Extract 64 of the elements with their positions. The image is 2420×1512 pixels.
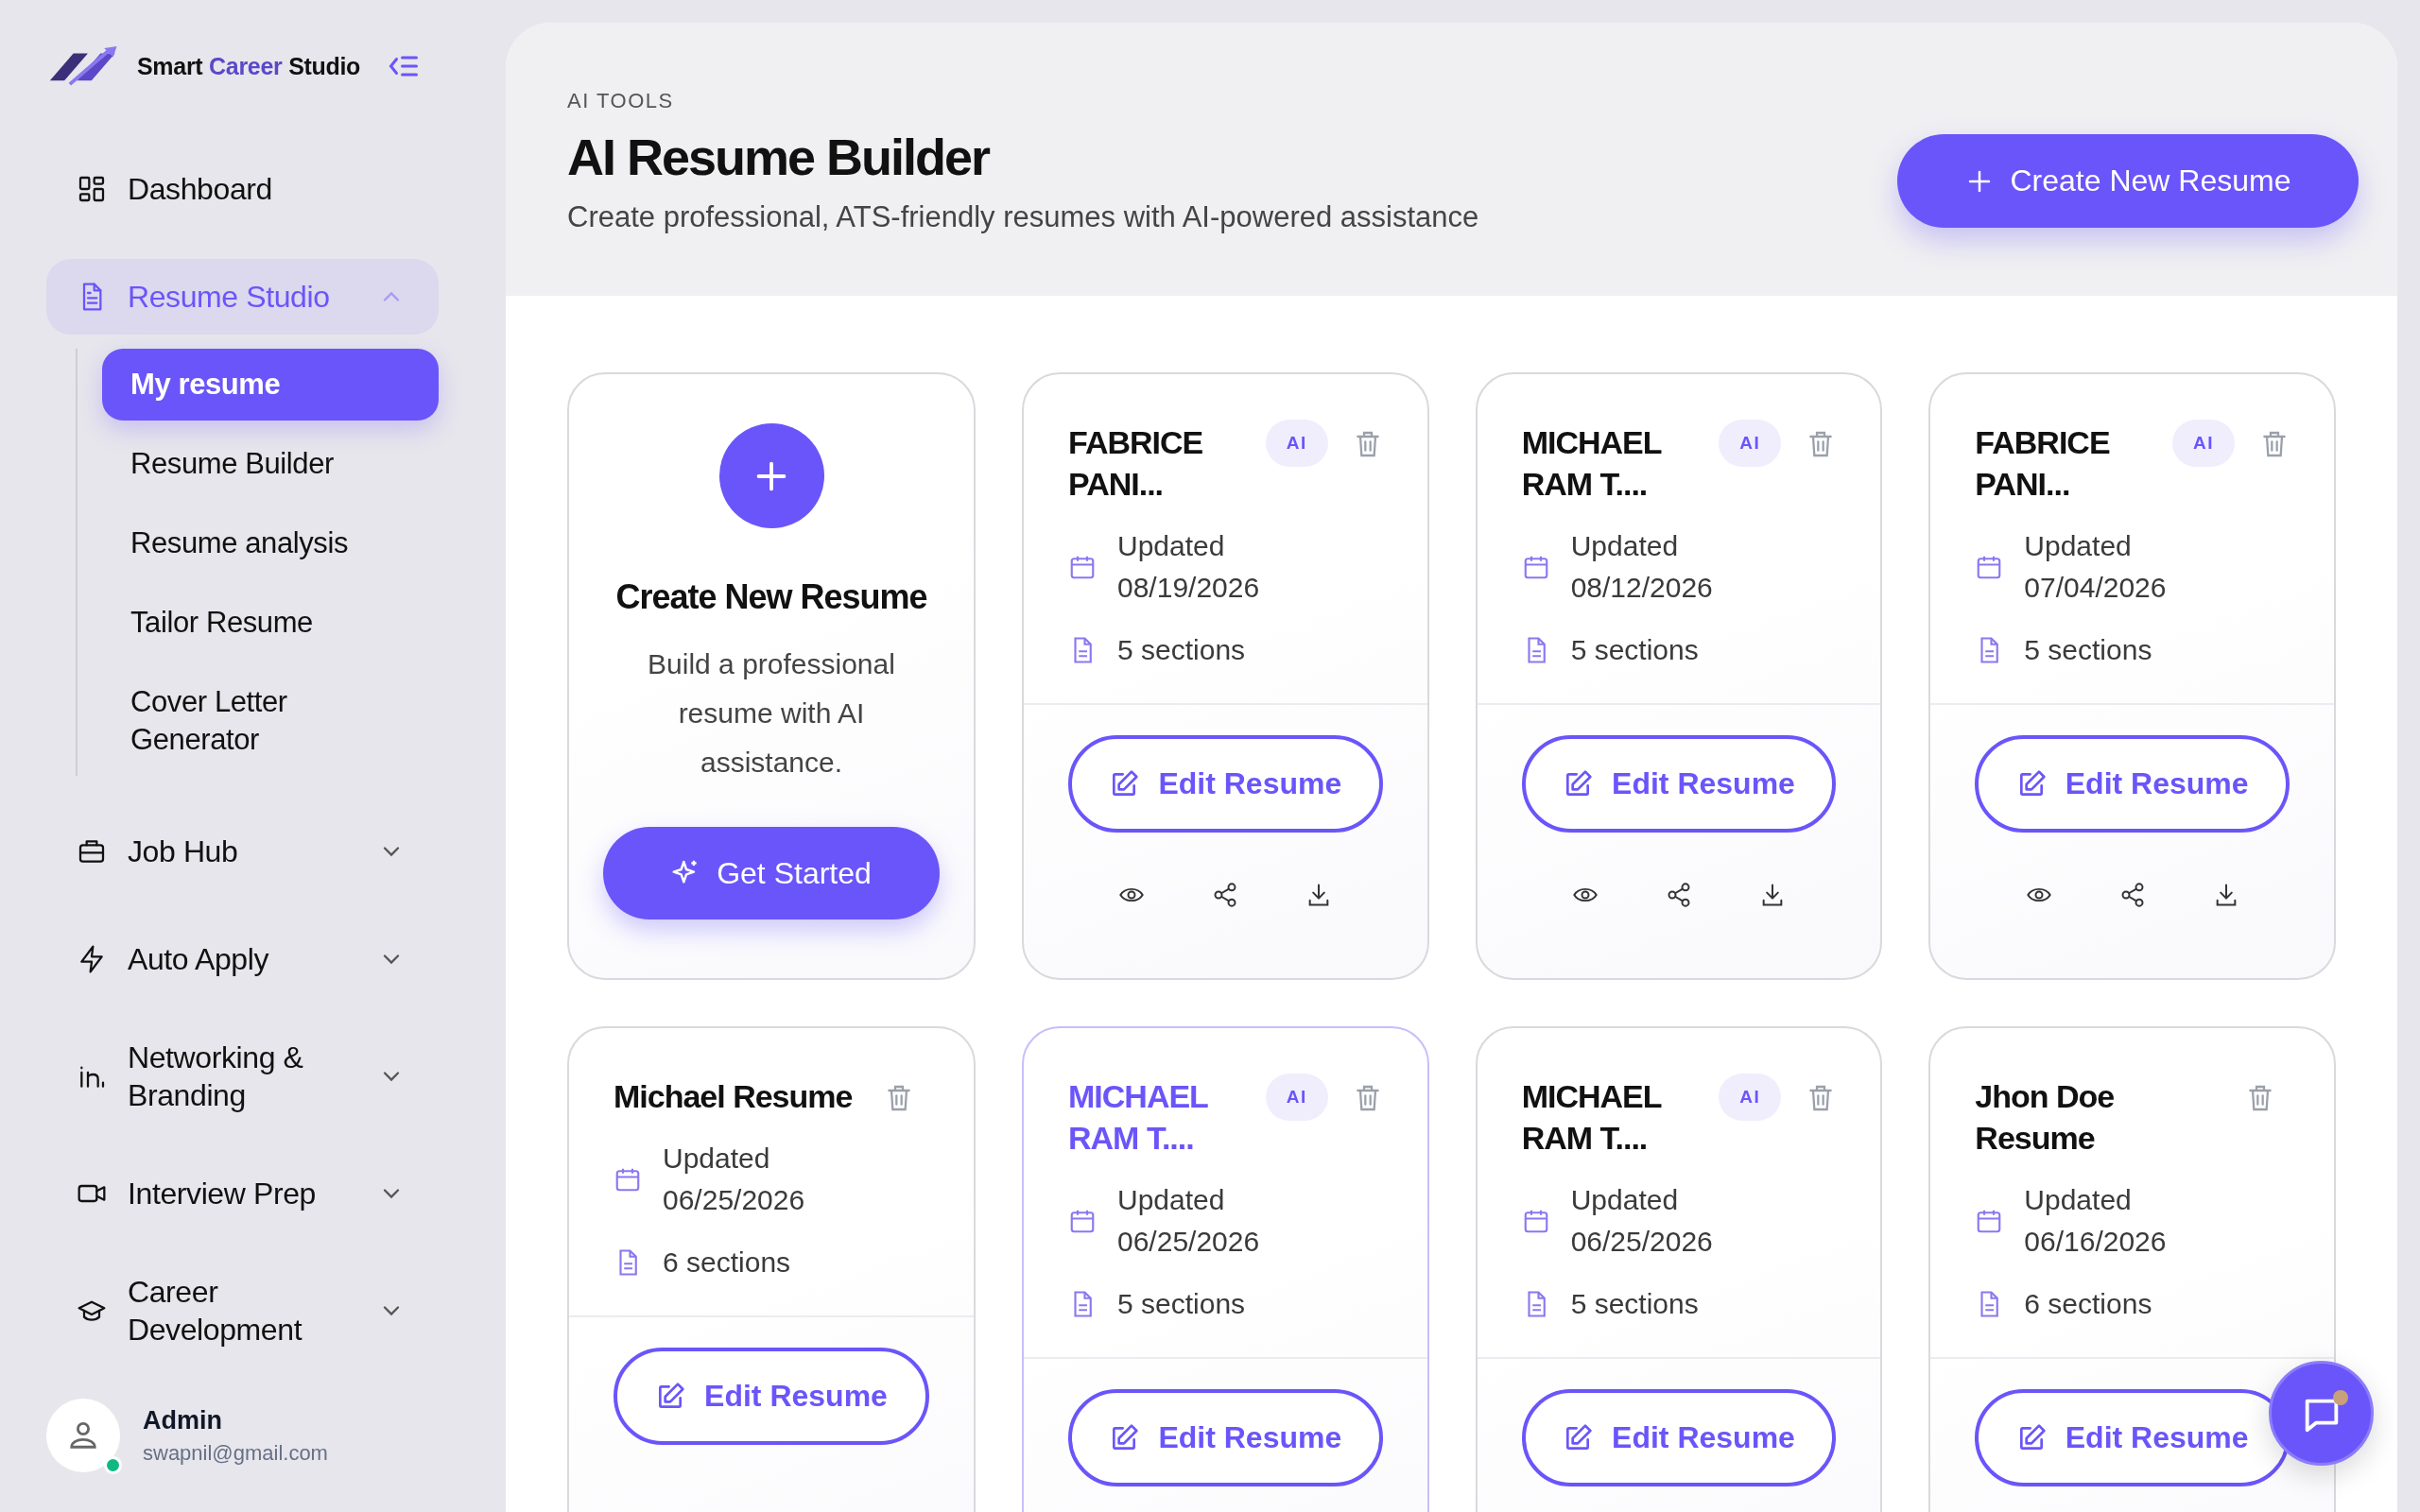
resume-card[interactable]: MICHAEL RAM T.... AI Updated 06/25/2026 5 sections Edit Resume — [1022, 1026, 1429, 1512]
submenu-item[interactable]: Resume analysis — [102, 507, 439, 579]
get-started-button[interactable]: Get Started — [603, 827, 940, 919]
nav-item[interactable]: Resume Studio — [46, 259, 439, 335]
edit-resume-button[interactable]: Edit Resume — [1068, 1389, 1383, 1486]
eyebrow-label: AI TOOLS — [567, 89, 675, 113]
resume-name: FABRICE PANI... — [1975, 423, 2111, 504]
nav-item[interactable]: Dashboard — [46, 151, 439, 227]
resume-name: Jhon Doe Resume — [1975, 1077, 2116, 1158]
user-email: swapnil@gmail.com — [143, 1440, 328, 1466]
nav-item[interactable]: Job Hub — [46, 814, 439, 889]
resume-card[interactable]: Jhon Doe Resume Updated 06/16/2026 6 sections Edit Resume — [1928, 1026, 2336, 1512]
submenu-item[interactable]: Resume Builder — [102, 428, 439, 500]
submenu-item[interactable]: My resume — [102, 349, 439, 421]
resume-name: Michael Resume — [614, 1077, 854, 1116]
ai-badge: AI — [1719, 420, 1782, 467]
edit-resume-button[interactable]: Edit Resume — [1521, 1389, 1837, 1486]
nav-item[interactable]: Career Development — [46, 1263, 439, 1358]
section-count: 5 sections — [1570, 1287, 1699, 1321]
resume-card[interactable]: FABRICE PANI... AI Updated 08/19/2026 5 sections Edit Resume — [1022, 372, 1429, 980]
resume-card[interactable]: FABRICE PANI... AI Updated 07/04/2026 5 sections Edit Resume — [1928, 372, 2336, 980]
ai-badge: AI — [1719, 1074, 1782, 1121]
resume-card[interactable]: Michael Resume Updated 06/25/2026 6 sections Edit Resume — [567, 1026, 976, 1512]
edit-resume-button[interactable]: Edit Resume — [1068, 735, 1383, 833]
section-count: 5 sections — [1117, 1287, 1246, 1321]
resume-card[interactable]: MICHAEL RAM T.... AI Updated 08/12/2026 5 sections Edit Resume — [1475, 372, 1883, 980]
resume-card[interactable]: MICHAEL RAM T.... AI Updated 06/25/2026 5 sections Edit Resume — [1475, 1026, 1883, 1512]
resume-name: MICHAEL RAM T.... — [1521, 423, 1663, 504]
resume-name: MICHAEL RAM T.... — [1521, 1077, 1663, 1158]
section-count: 6 sections — [2024, 1287, 2152, 1321]
edit-resume-button[interactable]: Edit Resume — [614, 1348, 929, 1445]
updated-date: Updated 06/25/2026 — [663, 1142, 806, 1217]
user-name: Admin — [143, 1405, 223, 1435]
updated-date: Updated 08/19/2026 — [1117, 529, 1261, 605]
ai-badge: AI — [1265, 1074, 1328, 1121]
resume-name: FABRICE PANI... — [1068, 423, 1204, 504]
brand-name: Smart Career Studio — [137, 52, 361, 80]
updated-date: Updated 08/12/2026 — [1570, 529, 1714, 605]
share-icon[interactable] — [1666, 882, 1692, 908]
edit-resume-button[interactable]: Edit Resume — [1521, 735, 1837, 833]
submenu-item[interactable]: Tailor Resume — [102, 587, 439, 659]
section-count: 5 sections — [2024, 633, 2152, 667]
edit-resume-button[interactable]: Edit Resume — [1975, 1389, 2290, 1486]
section-count: 6 sections — [663, 1246, 791, 1280]
page-title: AI Resume Builder — [567, 128, 991, 187]
edit-resume-button[interactable]: Edit Resume — [1975, 735, 2290, 833]
nav-item[interactable]: Auto Apply — [46, 921, 439, 997]
section-count: 5 sections — [1117, 633, 1246, 667]
section-count: 5 sections — [1570, 633, 1699, 667]
page-subtitle: Create professional, ATS-friendly resumes with AI-powered assistance — [567, 200, 1479, 234]
updated-date: Updated 06/25/2026 — [1117, 1183, 1261, 1259]
nav-item[interactable]: Interview Prep — [46, 1156, 439, 1231]
card-description: Build a professional resume with AI assistance. — [647, 647, 896, 780]
submenu-item[interactable]: Cover Letter Generator — [102, 666, 439, 776]
updated-date: Updated 06/25/2026 — [1570, 1183, 1714, 1259]
nav-icon — [77, 174, 107, 204]
card-title: Create New Resume — [615, 577, 927, 617]
nav-item[interactable]: Networking & Branding — [46, 1029, 439, 1124]
resume-name: MICHAEL RAM T.... — [1068, 1077, 1209, 1158]
updated-date: Updated 06/16/2026 — [2024, 1183, 2168, 1259]
updated-date: Updated 07/04/2026 — [2024, 529, 2168, 605]
ai-badge: AI — [2172, 420, 2235, 467]
ai-badge: AI — [1265, 420, 1328, 467]
create-resume-button[interactable]: Create New Resume — [1897, 134, 2359, 228]
